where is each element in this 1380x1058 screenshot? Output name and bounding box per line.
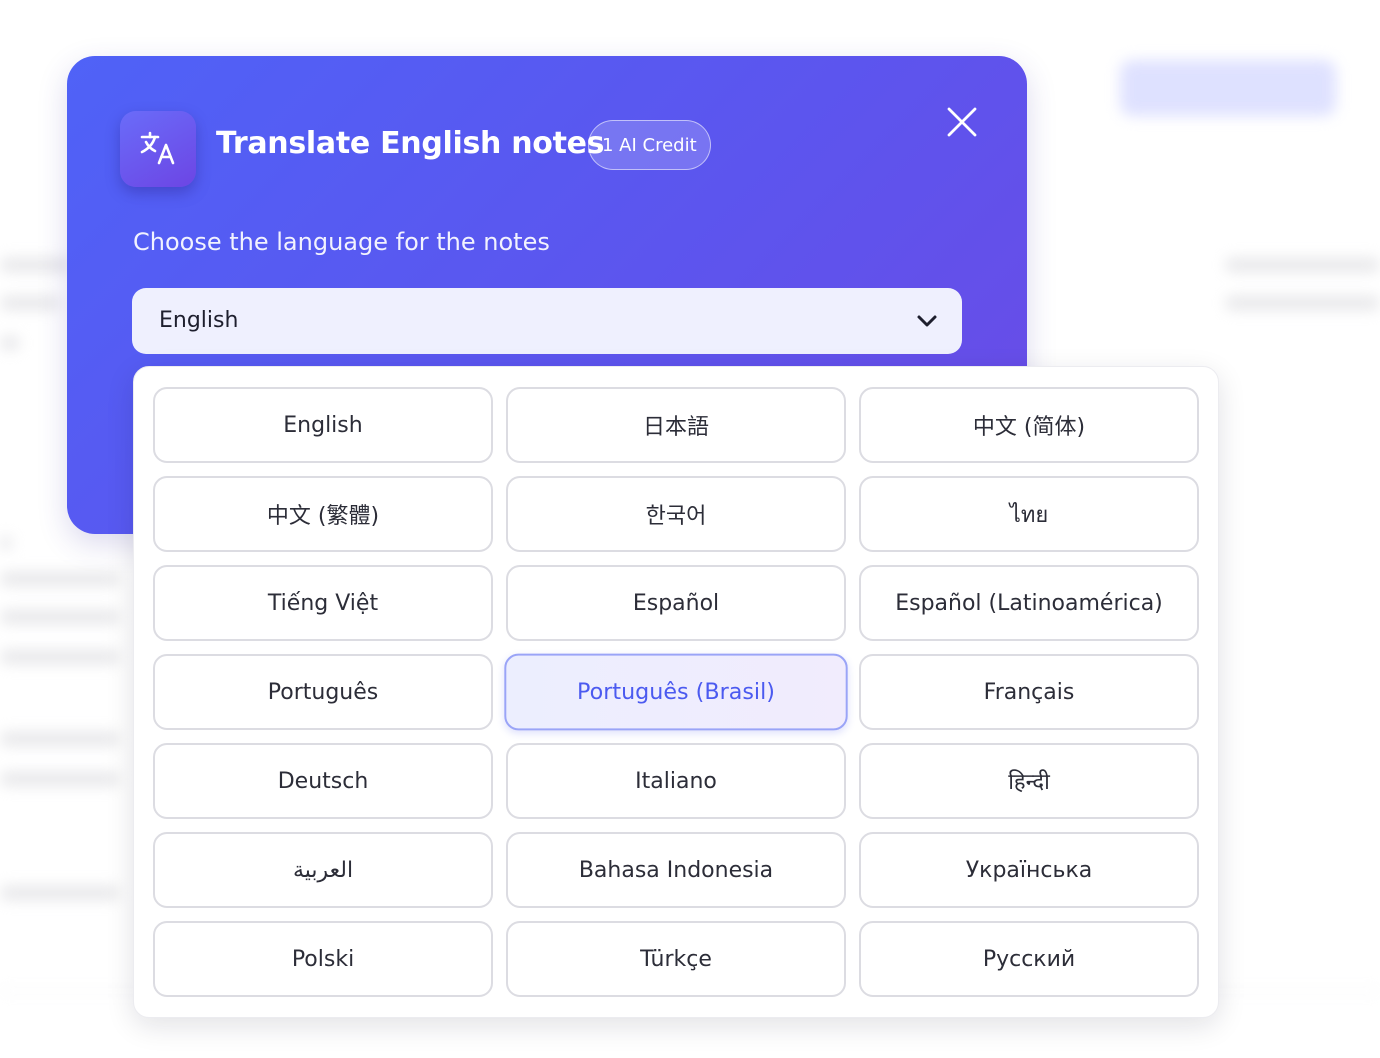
language-option[interactable]: 中文 (繁體) — [153, 476, 493, 552]
translate-icon-glyph — [140, 131, 175, 165]
background-text-line — [0, 258, 70, 272]
modal-subtitle: Choose the language for the notes — [133, 228, 550, 256]
background-text-line — [0, 732, 120, 746]
language-option[interactable]: 中文 (简体) — [859, 387, 1199, 463]
background-text-line — [1225, 296, 1380, 310]
language-option[interactable]: Português — [153, 654, 493, 730]
background-text-line — [0, 610, 120, 624]
language-option[interactable]: English — [153, 387, 493, 463]
close-icon — [947, 107, 977, 137]
language-select-value: English — [159, 308, 239, 333]
chevron-down-icon — [917, 315, 937, 327]
modal-title: Translate English notes — [216, 126, 605, 161]
language-option[interactable]: 日本語 — [506, 387, 846, 463]
background-button — [1120, 60, 1336, 116]
background-text-line — [0, 572, 120, 586]
language-option[interactable]: 한국어 — [506, 476, 846, 552]
background-text-line — [0, 772, 120, 786]
language-option[interactable]: Polski — [153, 921, 493, 997]
language-option[interactable]: Türkçe — [506, 921, 846, 997]
language-option[interactable]: العربية — [153, 832, 493, 908]
translate-icon — [120, 111, 196, 187]
close-button[interactable] — [944, 104, 980, 140]
language-option[interactable]: Deutsch — [153, 743, 493, 819]
ai-credit-badge: 1 AI Credit — [588, 120, 711, 170]
background-text-line — [0, 336, 20, 350]
language-option[interactable]: Français — [859, 654, 1199, 730]
background-text-line — [0, 886, 120, 900]
language-option[interactable]: Español — [506, 565, 846, 641]
language-option[interactable]: Українська — [859, 832, 1199, 908]
language-option[interactable]: ไทย — [859, 476, 1199, 552]
language-option[interactable]: Português (Brasil) — [504, 653, 848, 731]
language-option[interactable]: हिन्दी — [859, 743, 1199, 819]
language-option[interactable]: Bahasa Indonesia — [506, 832, 846, 908]
language-dropdown: English 日本語 中文 (简体) 中文 (繁體) 한국어 ไทย Tiếng Việt… — [133, 366, 1219, 1018]
background-text-line — [0, 536, 12, 550]
language-options-grid: English 日本語 中文 (简体) 中文 (繁體) 한국어 ไทย Tiếng Việt… — [153, 387, 1199, 997]
language-option[interactable]: Tiếng Việt — [153, 565, 493, 641]
language-option[interactable]: Italiano — [506, 743, 846, 819]
page: Translate English notes 1 AI Credit Choo… — [0, 0, 1380, 1058]
language-option[interactable]: Español (Latinoamérica) — [859, 565, 1199, 641]
language-option[interactable]: Русский — [859, 921, 1199, 997]
background-text-line — [0, 296, 60, 310]
background-text-line — [0, 650, 120, 664]
language-select[interactable]: English — [132, 288, 962, 354]
background-text-line — [1225, 258, 1380, 272]
